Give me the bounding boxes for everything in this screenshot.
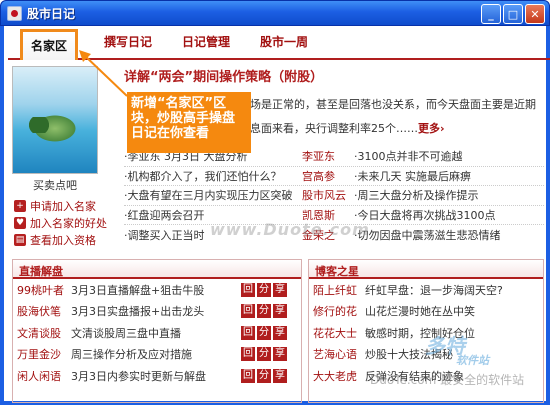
intro-line-1: 场是正常的，甚至是回落也没关系，而今天盘面主要是近期	[250, 98, 536, 111]
share-tag[interactable]: 享	[273, 347, 287, 362]
document-icon: ▤	[14, 233, 26, 246]
list-author[interactable]: 99桃叶者	[17, 282, 71, 298]
news-row: ·机构都介入了，我们还怕什么？ 宫高参 ·未来几天 实施最后麻痹	[124, 167, 544, 186]
watermark-site: DuoTe.com 最安全的软件站	[370, 371, 524, 388]
minimize-button[interactable]: _	[481, 4, 501, 24]
score-tag[interactable]: 分	[257, 282, 271, 297]
apply-famous-label: 申请加入名家	[30, 199, 96, 213]
news-author[interactable]: 股市风云	[302, 187, 354, 203]
list-author[interactable]: 陌上纤虹	[313, 282, 365, 298]
news-author[interactable]: 宫高参	[302, 168, 354, 184]
tab-stock-week[interactable]: 股市一周	[256, 33, 312, 58]
share-tag[interactable]: 享	[273, 304, 287, 319]
list-item: 陌上纤虹 纤虹早盘：退一步海阔天空?	[309, 279, 543, 301]
live-commentary-panel: 直播解盘 99桃叶者 3月3日直播解盘+狙击牛股 回分享 股海伏笔 3月3日实盘…	[12, 259, 302, 403]
close-button[interactable]: ✕	[525, 4, 545, 24]
app-icon	[7, 5, 22, 21]
list-title[interactable]: 3月3日内参实时更新与解盘	[71, 368, 241, 384]
news-title[interactable]: ·机构都介入了，我们还怕什么？	[124, 168, 302, 184]
row-tags: 回分享	[241, 304, 287, 319]
list-item: 99桃叶者 3月3日直播解盘+狙击牛股 回分享	[13, 279, 301, 301]
benefits-label: 加入名家的好处	[30, 216, 107, 230]
list-author[interactable]: 花花大士	[313, 325, 365, 341]
plus-icon: +	[14, 199, 26, 212]
tab-bar: 名家区 撰写日记 日记管理 股市一周	[8, 26, 550, 60]
list-author[interactable]: 修行的花	[313, 303, 365, 319]
news-title[interactable]: ·3100点并非不可逾越	[354, 148, 544, 164]
profile-caption[interactable]: 买卖点吧	[12, 177, 98, 193]
tab-write-diary[interactable]: 撰写日记	[100, 33, 156, 58]
list-title[interactable]: 纤虹早盘：退一步海阔天空?	[365, 282, 541, 298]
watermark-site-name: DuoTe.com	[370, 373, 437, 387]
list-item: 万里金沙 周三操作分析及应对措施 回分享	[13, 344, 301, 366]
profile-photo[interactable]	[12, 66, 98, 174]
list-title[interactable]: 文清谈股周三盘中直播	[71, 325, 241, 341]
list-title[interactable]: 山花烂漫时她在丛中笑	[365, 303, 541, 319]
row-tags: 回分享	[241, 347, 287, 362]
score-tag[interactable]: 分	[257, 368, 271, 383]
list-item: 文清谈股 文清谈股周三盘中直播 回分享	[13, 322, 301, 344]
more-link[interactable]: 更多	[418, 122, 440, 135]
live-panel-title: 直播解盘	[13, 260, 301, 279]
reply-tag[interactable]: 回	[241, 347, 255, 362]
headline-intro: 场是正常的，甚至是回落也没关系，而今天盘面主要是近期 息面来看，央行调整利率25…	[250, 93, 544, 141]
intro-line-2-text: 息面来看，央行调整利率25个……	[250, 122, 418, 135]
annotation-callout: 新增“名家区”区 块，炒股高手操盘 日记在你查看	[127, 92, 251, 153]
blog-panel-title: 博客之星	[309, 260, 543, 279]
row-tags: 回分享	[241, 282, 287, 297]
news-title[interactable]: ·周三大盘分析及操作提示	[354, 187, 544, 203]
news-title[interactable]: ·切勿因盘中震荡滋生悲恐情绪	[354, 227, 544, 243]
benefits-link[interactable]: ♥ 加入名家的好处	[14, 214, 124, 231]
watermark-logo-sub: 软件站	[456, 354, 489, 367]
list-item: 闲人闲语 3月3日内参实时更新与解盘 回分享	[13, 365, 301, 387]
share-tag[interactable]: 享	[273, 325, 287, 340]
score-tag[interactable]: 分	[257, 304, 271, 319]
qualification-label: 查看加入资格	[30, 233, 96, 247]
reply-tag[interactable]: 回	[241, 304, 255, 319]
maximize-button[interactable]: □	[503, 4, 523, 24]
watermark-slogan: 最安全的软件站	[440, 373, 525, 387]
list-title[interactable]: 3月3日直播解盘+狙击牛股	[71, 282, 241, 298]
score-tag[interactable]: 分	[257, 347, 271, 362]
headline[interactable]: 详解“两会”期间操作策略（附股）	[124, 66, 544, 85]
row-tags: 回分享	[241, 325, 287, 340]
list-item: 股海伏笔 3月3日实盘播报+出击龙头 回分享	[13, 301, 301, 323]
reply-tag[interactable]: 回	[241, 368, 255, 383]
list-author[interactable]: 大大老虎	[313, 368, 365, 384]
apply-famous-link[interactable]: + 申请加入名家	[14, 197, 124, 214]
list-title[interactable]: 3月3日实盘播报+出击龙头	[71, 303, 241, 319]
intro-line-2: 息面来看，央行调整利率25个……更多›	[250, 117, 544, 141]
list-author[interactable]: 万里金沙	[17, 346, 71, 362]
share-tag[interactable]: 享	[273, 368, 287, 383]
news-row: ·大盘有望在三月内实现压力区突破 股市风云 ·周三大盘分析及操作提示	[124, 186, 544, 205]
share-tag[interactable]: 享	[273, 282, 287, 297]
news-title[interactable]: ·未来几天 实施最后麻痹	[354, 168, 544, 184]
more-arrow-icon: ›	[440, 122, 445, 135]
news-title[interactable]: ·今日大盘将再次挑战3100点	[354, 207, 544, 223]
list-author[interactable]: 文清谈股	[17, 325, 71, 341]
reply-tag[interactable]: 回	[241, 282, 255, 297]
tab-diary-manage[interactable]: 日记管理	[178, 33, 234, 58]
heart-icon: ♥	[14, 216, 26, 229]
list-author[interactable]: 闲人闲语	[17, 368, 71, 384]
window-title: 股市日记	[27, 6, 76, 21]
reply-tag[interactable]: 回	[241, 325, 255, 340]
qualification-link[interactable]: ▤ 查看加入资格	[14, 231, 124, 248]
news-author[interactable]: 李亚东	[302, 148, 354, 164]
score-tag[interactable]: 分	[257, 325, 271, 340]
title-bar: 股市日记 _ □ ✕	[0, 0, 550, 26]
news-title[interactable]: ·大盘有望在三月内实现压力区突破	[124, 187, 302, 203]
row-tags: 回分享	[241, 368, 287, 383]
window-controls: _ □ ✕	[481, 4, 545, 24]
list-title[interactable]: 周三操作分析及应对措施	[71, 346, 241, 362]
list-author[interactable]: 艺海心语	[313, 346, 365, 362]
left-actions: + 申请加入名家 ♥ 加入名家的好处 ▤ 查看加入资格	[14, 197, 124, 248]
list-item: 修行的花 山花烂漫时她在丛中笑	[309, 301, 543, 323]
watermark-center: www.Duote.com	[210, 220, 370, 239]
tab-famous-area[interactable]: 名家区	[20, 29, 79, 60]
list-author[interactable]: 股海伏笔	[17, 303, 71, 319]
